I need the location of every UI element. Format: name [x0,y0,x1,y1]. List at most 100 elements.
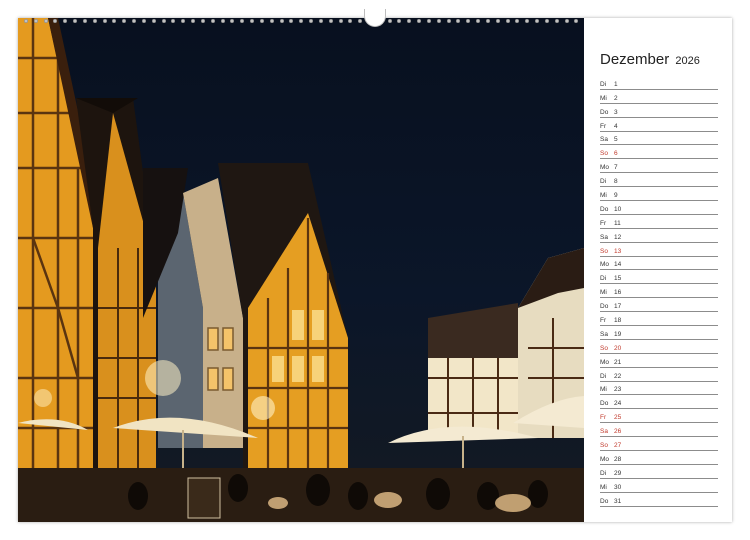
weekday-label: Sa [600,330,608,338]
weekday-label: Di [600,80,607,88]
day-number: 11 [614,219,621,227]
day-number: 2 [614,94,618,102]
day-row: Di 15 [600,270,718,285]
weekday-label: Mi [600,192,607,200]
day-row: Do 3 [600,104,718,118]
day-row: Di 22 [600,368,718,382]
day-number: 9 [614,192,618,200]
weekday-label: Do [600,205,609,213]
day-row: Sa 5 [600,132,718,146]
day-number: 22 [614,372,622,380]
day-number: 10 [614,205,622,213]
day-number: 26 [614,428,622,436]
calendar-column: Dezember 2026 Di 1 Mi 2 Do 3 Fr 4 Sa 5 So 6 Mo 7 Di 8 Mi… [584,18,732,522]
day-number: 4 [614,122,618,130]
day-number: 5 [614,136,618,144]
day-number: 20 [614,344,622,352]
day-row: Fr 11 [600,215,718,229]
day-row: Fr 25 [600,409,718,424]
photo-illustration [18,18,584,522]
day-number: 15 [614,275,622,283]
day-number: 28 [614,455,622,463]
day-row: Mi 30 [600,479,718,493]
day-row: Do 17 [600,298,718,313]
day-row: Mi 2 [600,90,718,104]
night-old-town-photo [18,18,584,522]
day-row: Fr 18 [600,312,718,327]
day-number: 17 [614,303,622,311]
day-row: Sa 19 [600,326,718,340]
day-number: 6 [614,150,618,158]
day-row: Di 1 [600,76,718,90]
weekday-label: Fr [600,219,607,227]
day-number: 30 [614,483,622,491]
day-row: Do 31 [600,493,718,507]
weekday-label: Mi [600,386,607,394]
weekday-label: So [600,150,608,158]
weekday-label: Mi [600,289,607,297]
day-number: 19 [614,330,622,338]
weekday-label: Di [600,469,607,477]
month-label: Dezember [600,51,670,68]
day-row: Do 10 [600,201,718,215]
day-list: Di 1 Mi 2 Do 3 Fr 4 Sa 5 So 6 Mo 7 Di 8 Mi 9 Do 10 Fr 11 Sa 12 S… [600,76,718,507]
weekday-label: Di [600,178,607,186]
weekday-label: Do [600,497,609,505]
day-number: 3 [614,108,618,116]
day-number: 25 [614,414,622,422]
weekday-label: So [600,247,608,255]
weekday-label: Sa [600,233,608,241]
weekday-label: Di [600,275,607,283]
day-number: 31 [614,497,622,505]
day-number: 16 [614,289,622,297]
weekday-label: Fr [600,122,607,130]
day-row: Mo 21 [600,354,718,368]
day-number: 29 [614,469,622,477]
day-number: 27 [614,442,622,450]
weekday-label: So [600,344,608,352]
weekday-label: Mo [600,455,610,463]
weekday-label: Sa [600,136,608,144]
day-number: 24 [614,400,622,408]
weekday-label: Mo [600,358,610,366]
weekday-label: Sa [600,428,608,436]
weekday-label: Di [600,372,607,380]
day-row: Mo 28 [600,451,718,465]
weekday-label: Fr [600,317,607,325]
weekday-label: Mo [600,164,610,172]
day-number: 7 [614,164,618,172]
day-number: 23 [614,386,622,394]
day-number: 1 [614,80,618,88]
day-number: 13 [614,247,622,255]
day-row: Mi 23 [600,382,718,396]
day-row: So 6 [600,145,718,160]
weekday-label: Do [600,400,609,408]
day-row: Mo 7 [600,159,718,174]
day-row: Sa 12 [600,229,718,243]
year-label: 2026 [675,55,700,67]
day-row: Fr 4 [600,118,718,132]
day-number: 18 [614,317,622,325]
calendar-title: Dezember 2026 [600,51,700,68]
weekday-label: Mo [600,261,610,269]
day-row: So 13 [600,243,718,257]
day-number: 12 [614,233,622,241]
day-row: Di 8 [600,173,718,188]
weekday-label: Do [600,108,609,116]
day-row: Mi 16 [600,284,718,299]
day-number: 8 [614,178,618,186]
day-row: Mo 14 [600,257,718,271]
day-row: Sa 26 [600,423,718,438]
day-row: So 27 [600,437,718,452]
weekday-label: Do [600,303,609,311]
weekday-label: So [600,442,608,450]
weekday-label: Fr [600,414,607,422]
day-row: Di 29 [600,465,718,479]
weekday-label: Mi [600,94,607,102]
day-number: 21 [614,358,622,366]
weekday-label: Mi [600,483,607,491]
day-row: So 20 [600,340,718,354]
day-number: 14 [614,261,622,269]
day-row: Mi 9 [600,187,718,202]
day-row: Do 24 [600,395,718,410]
